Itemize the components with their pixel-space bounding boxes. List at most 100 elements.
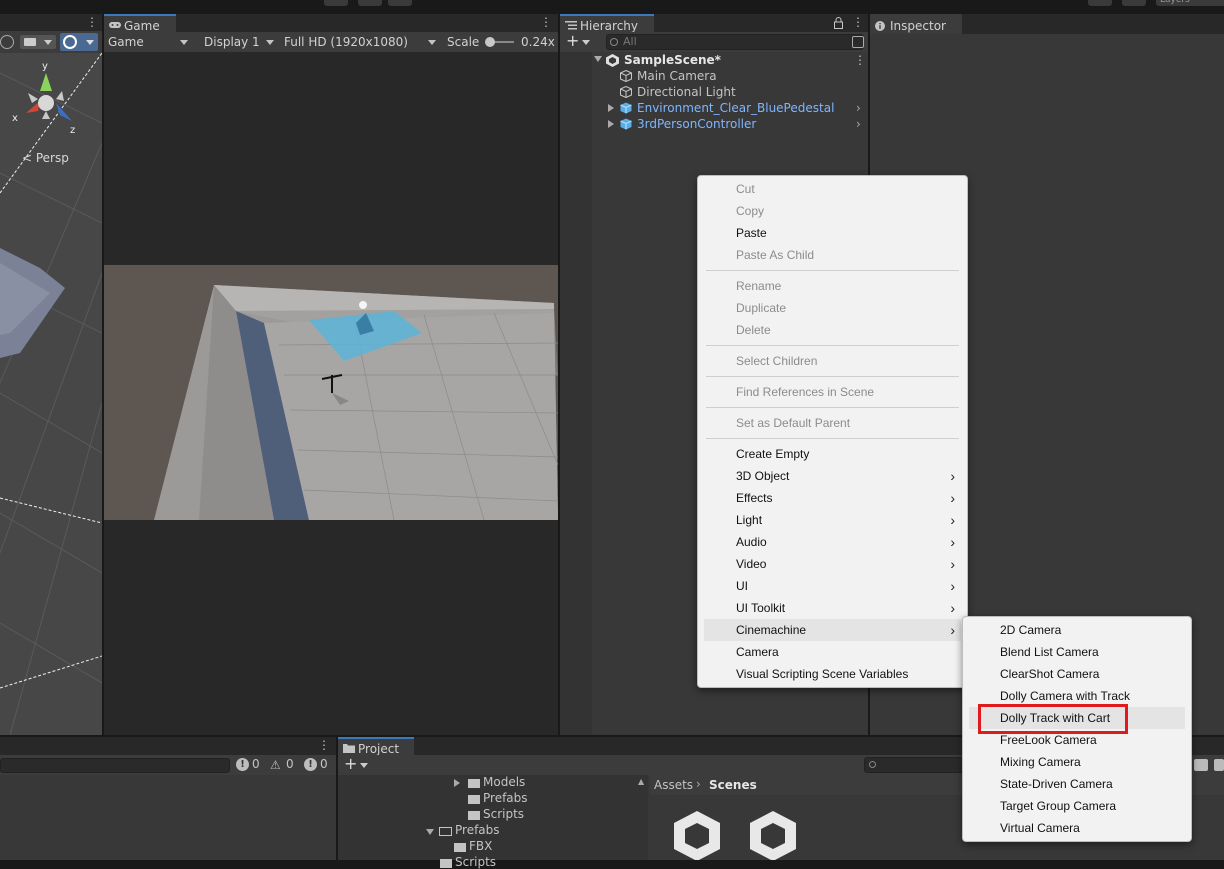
add-icon[interactable]: + [566,33,579,49]
context-menu-item[interactable]: UI Toolkit › [704,597,961,619]
console-search-input[interactable] [0,758,230,773]
scale-slider-thumb[interactable] [485,37,495,47]
context-menu-item: Paste As Child [704,244,961,266]
tree-item-label[interactable]: FBX [469,839,492,853]
foldout-open-icon[interactable] [594,56,602,62]
chevron-right-icon[interactable]: › [856,100,861,116]
add-icon[interactable]: + [344,756,357,772]
foldout-closed-icon[interactable] [608,120,614,128]
step-button[interactable] [388,0,412,6]
context-menu-item-label: Cut [736,182,755,196]
error-icon: ! [236,758,249,771]
context-menu-item[interactable]: 3D Object › [704,465,961,487]
breadcrumb-current[interactable]: Scenes [709,778,757,792]
context-menu-item[interactable]: Audio › [704,531,961,553]
context-menu-item[interactable]: Camera [704,641,961,663]
hierarchy-item[interactable]: Directional Light [560,84,868,100]
filter-icon[interactable] [1194,759,1208,771]
errors-toggle[interactable]: ! 0 [236,757,264,773]
cinemachine-menu-item[interactable]: Blend List Camera [969,641,1185,663]
scene-menu-icon[interactable]: ⋮ [854,52,866,68]
lock-icon[interactable] [834,17,843,29]
menu-separator [706,345,959,346]
cinemachine-menu-item-label: FreeLook Camera [1000,733,1097,747]
game-menu-icon[interactable]: ⋮ [540,16,552,28]
tree-item-label[interactable]: Prefabs [483,791,528,805]
visibility-icon[interactable] [0,35,14,49]
hierarchy-menu-icon[interactable]: ⋮ [852,16,864,28]
game-view[interactable] [104,265,558,520]
context-menu-item-label: Video [736,557,767,571]
tab-inspector[interactable]: Inspector [870,14,962,34]
context-menu-item-label: Copy [736,204,765,218]
context-menu-item[interactable]: Visual Scripting Scene Variables [704,663,961,685]
hierarchy-item[interactable]: 3rdPersonController › [560,116,868,132]
tab-game[interactable]: Game [104,14,176,34]
pause-button[interactable] [358,0,382,6]
search-icon[interactable] [1122,0,1146,6]
warnings-toggle[interactable]: ⚠ 0 [270,757,298,773]
folder-icon [468,779,480,788]
gizmo-x-label: x [12,113,18,124]
cinemachine-menu-item[interactable]: State-Driven Camera [969,773,1185,795]
tree-item-label[interactable]: Scripts [483,807,524,821]
infos-toggle[interactable]: ! 0 [304,757,332,773]
scene-view[interactable]: y x z < Persp [0,53,102,735]
hierarchy-item[interactable]: Environment_Clear_BluePedestal › [560,100,868,116]
tree-item-label[interactable]: Scripts [455,855,496,869]
cinemachine-menu-item[interactable]: 2D Camera [969,619,1185,641]
project-tree: Models Prefabs Scripts Prefabs FBX Scrip… [338,775,648,869]
context-menu-item[interactable]: Create Empty [704,443,961,465]
chevron-down-icon[interactable] [360,763,368,768]
gizmos-dropdown[interactable] [60,33,98,51]
context-menu-item: Duplicate [704,297,961,319]
label-icon[interactable] [1214,759,1224,771]
hierarchy-search-placeholder: All [623,35,637,48]
persp-label[interactable]: < Persp [22,151,69,165]
play-button[interactable] [324,0,348,6]
tree-item-label[interactable]: Prefabs [455,823,500,837]
chevron-right-icon: › [950,578,955,594]
game-mode-dropdown[interactable]: Game [104,32,192,52]
context-menu-item[interactable]: Light › [704,509,961,531]
orientation-gizmo[interactable]: y x z [12,61,78,136]
resolution-dropdown[interactable]: Full HD (1920x1080) [280,32,440,52]
hierarchy-item[interactable]: Main Camera [560,68,868,84]
folder-icon [468,811,480,820]
layers-dropdown[interactable]: Layers [1156,0,1224,6]
foldout-closed-icon[interactable] [454,779,460,787]
context-menu-item[interactable]: UI › [704,575,961,597]
context-menu-item[interactable]: Cinemachine › [704,619,961,641]
context-menu-item[interactable]: Effects › [704,487,961,509]
tree-item-label[interactable]: Models [483,775,525,789]
context-menu-item: Select Children [704,350,961,372]
context-menu-item: Find References in Scene [704,381,961,403]
display-dropdown[interactable]: Display 1 [200,32,278,52]
collab-icon[interactable] [1088,0,1112,6]
foldout-open-icon[interactable] [426,829,434,835]
context-menu-item[interactable]: Paste [704,222,961,244]
scroll-up-icon[interactable]: ▲ [638,777,646,787]
scale-slider[interactable] [485,37,514,47]
context-menu-item[interactable]: Video › [704,553,961,575]
foldout-closed-icon[interactable] [608,104,614,112]
chevron-down-icon[interactable] [582,40,590,45]
hierarchy-scene-row[interactable]: SampleScene* ⋮ [560,52,868,68]
unity-scene-asset-icon[interactable] [672,809,722,860]
unity-scene-asset-icon[interactable] [748,809,798,860]
search-options-icon[interactable] [852,36,864,48]
cinemachine-menu-item[interactable]: Virtual Camera [969,817,1185,839]
hierarchy-search-input[interactable]: All [606,34,864,50]
console-menu-icon[interactable]: ⋮ [318,739,330,751]
chevron-right-icon[interactable]: › [856,116,861,132]
camera-dropdown[interactable] [20,35,56,49]
cinemachine-menu-item-label: 2D Camera [1000,623,1062,637]
cinemachine-menu-item[interactable]: Mixing Camera [969,751,1185,773]
hierarchy-tabbar: Hierarchy ⋮ [560,14,868,34]
scene-menu-icon[interactable]: ⋮ [86,16,98,28]
search-icon [869,761,876,768]
cinemachine-menu-item[interactable]: ClearShot Camera [969,663,1185,685]
breadcrumb-root[interactable]: Assets [654,778,693,792]
cinemachine-menu-item[interactable]: Target Group Camera [969,795,1185,817]
game-toolbar: Game Display 1 Full HD (1920x1080) Scale… [104,32,558,52]
